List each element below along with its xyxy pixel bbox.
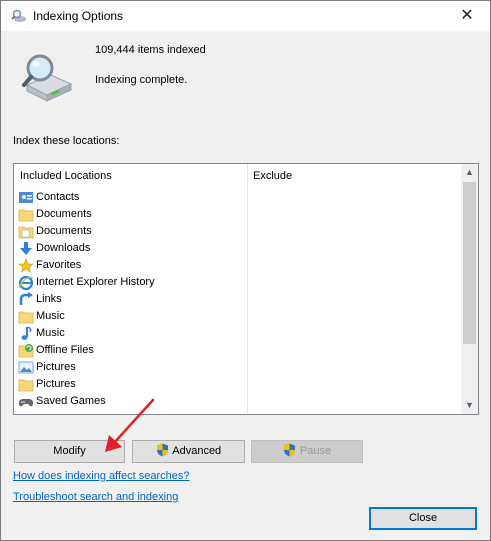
list-item[interactable]: Documents: [18, 223, 246, 240]
indexing-options-window: Indexing Options ✕ 109,444 items indexed…: [0, 0, 491, 541]
location-label: Music: [36, 327, 65, 339]
advanced-button-label: Advanced: [172, 445, 222, 457]
location-label: Downloads: [36, 242, 91, 254]
close-icon[interactable]: ✕: [444, 1, 490, 31]
downloads-icon: [20, 242, 32, 255]
window-title: Indexing Options: [33, 9, 124, 23]
contacts-icon: [19, 192, 33, 203]
location-label: Pictures: [36, 378, 76, 390]
title-bar: Indexing Options ✕: [1, 1, 490, 31]
music-icon: [21, 326, 32, 340]
offline-files-icon: [18, 344, 34, 358]
pause-button[interactable]: Pause: [251, 440, 363, 463]
close-button-label: Close: [408, 512, 438, 524]
items-indexed-count: 109,444 items indexed: [95, 44, 206, 56]
troubleshoot-link[interactable]: Troubleshoot search and indexing: [13, 491, 178, 503]
links-icon: [19, 292, 33, 305]
location-label: Favorites: [36, 259, 82, 271]
list-item[interactable]: Downloads: [18, 240, 246, 257]
index-locations-label: Index these locations:: [13, 135, 120, 147]
indexing-status: Indexing complete.: [95, 74, 188, 86]
scroll-thumb[interactable]: [463, 182, 476, 344]
list-item[interactable]: Favorites: [18, 257, 246, 274]
column-header-exclude[interactable]: Exclude: [253, 164, 453, 188]
location-rows: Contacts Documents Documents Downloads F…: [18, 189, 246, 410]
folder-icon: [18, 311, 34, 324]
location-label: Contacts: [36, 191, 80, 203]
location-label: Internet Explorer History: [36, 276, 155, 288]
list-item[interactable]: Offline Files: [18, 342, 246, 359]
list-item[interactable]: Music: [18, 308, 246, 325]
saved-games-icon: [19, 399, 33, 407]
list-item[interactable]: Contacts: [18, 189, 246, 206]
location-label: Links: [36, 293, 62, 305]
internet-explorer-icon: [18, 275, 34, 290]
location-label: Pictures: [36, 361, 76, 373]
list-item[interactable]: Music: [18, 325, 246, 342]
annotation-arrow-icon: [105, 398, 155, 452]
vertical-scrollbar[interactable]: ▲ ▼: [461, 164, 478, 414]
location-label: Documents: [36, 208, 92, 220]
location-label: Offline Files: [36, 344, 94, 356]
list-item[interactable]: Links: [18, 291, 246, 308]
column-divider[interactable]: [247, 164, 248, 414]
locations-list[interactable]: Included Locations Exclude Contacts Docu…: [13, 163, 479, 415]
folder-icon: [18, 379, 34, 392]
list-item[interactable]: Pictures: [18, 376, 246, 393]
column-header-included[interactable]: Included Locations: [20, 164, 246, 188]
folder-icon: [18, 209, 34, 222]
documents-icon: [18, 226, 34, 239]
location-label: Music: [36, 310, 65, 322]
list-item[interactable]: Pictures: [18, 359, 246, 376]
list-item[interactable]: Internet Explorer History: [18, 274, 246, 291]
pause-button-label: Pause: [299, 445, 332, 457]
uac-shield-icon: [283, 443, 295, 457]
pictures-icon: [18, 361, 34, 374]
close-button[interactable]: Close: [369, 507, 477, 530]
indexing-options-icon: [11, 9, 26, 22]
favorites-icon: [18, 258, 34, 273]
uac-shield-icon: [156, 443, 168, 457]
indexing-magnifier-icon: [22, 54, 73, 102]
scroll-up-icon[interactable]: ▲: [461, 164, 478, 181]
location-label: Saved Games: [36, 395, 106, 407]
how-indexing-affects-searches-link[interactable]: How does indexing affect searches?: [13, 470, 190, 482]
list-item[interactable]: Documents: [18, 206, 246, 223]
scroll-down-icon[interactable]: ▼: [461, 397, 478, 414]
location-label: Documents: [36, 225, 92, 237]
modify-button-label: Modify: [53, 445, 86, 457]
